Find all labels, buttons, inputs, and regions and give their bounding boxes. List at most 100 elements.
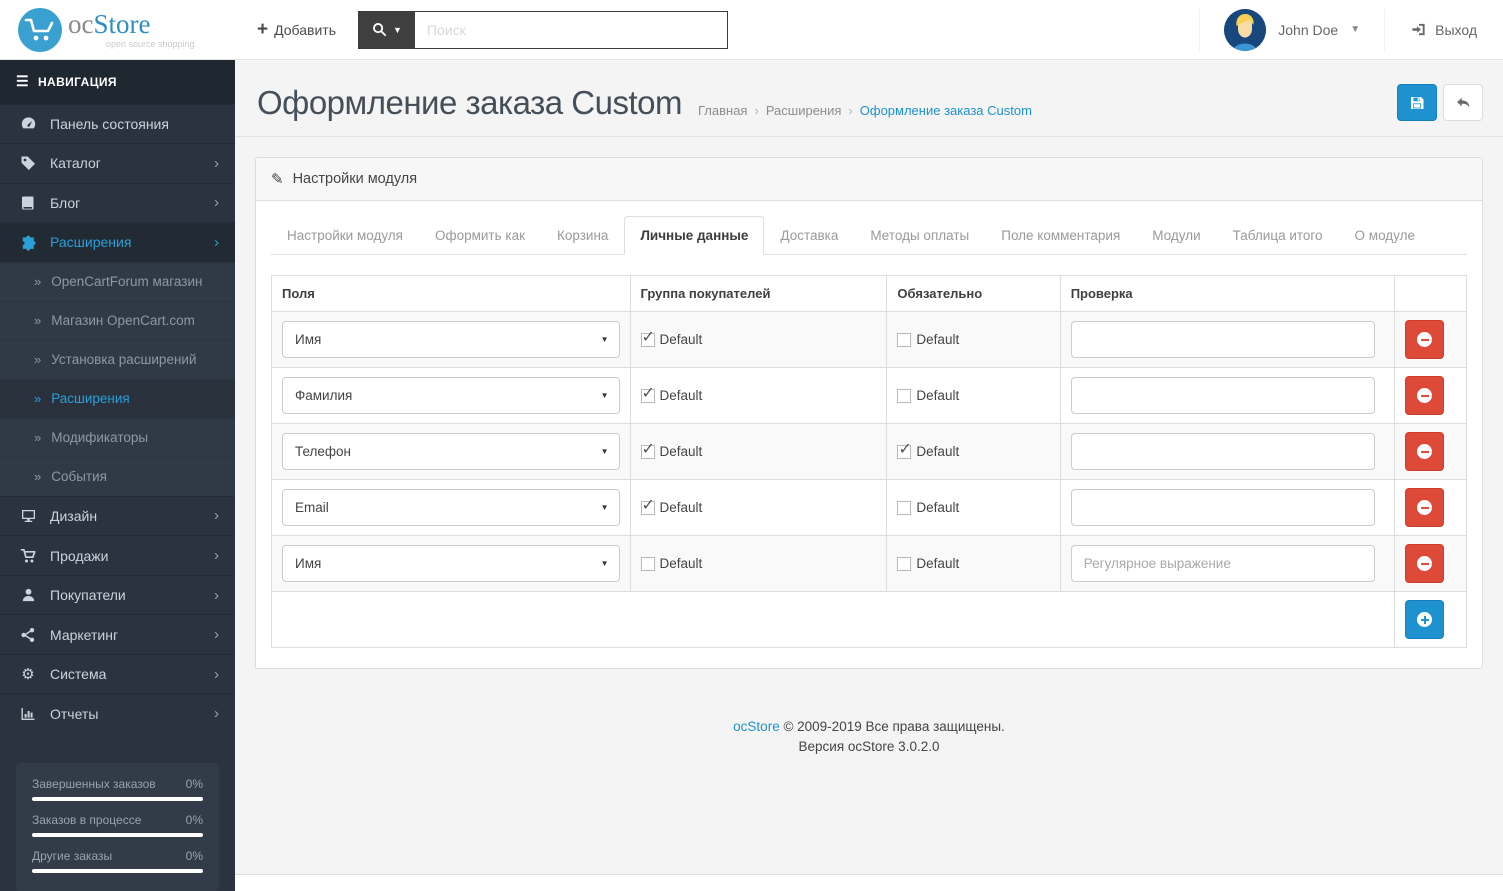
fields-table: Поля Группа покупателей Обязательно Пров… <box>270 275 1467 648</box>
breadcrumb: Главная › Расширения › Оформление заказа… <box>698 103 1032 118</box>
tab-personal-data[interactable]: Личные данные <box>624 216 765 255</box>
table-row: Имя▼ Default Default <box>271 311 1467 368</box>
sidebar-item-reports[interactable]: Отчеты › <box>0 693 235 733</box>
remove-row-button[interactable] <box>1405 544 1445 583</box>
sidebar-item-label: Покупатели <box>50 587 126 604</box>
search-button[interactable]: ▼ <box>358 11 415 48</box>
remove-row-button[interactable] <box>1405 432 1445 471</box>
cart-logo-icon <box>18 7 62 52</box>
sidebar-item-blog[interactable]: Блог › <box>0 182 235 223</box>
submenu-item-modifications[interactable]: » Модификаторы <box>0 417 235 457</box>
tab-module-settings[interactable]: Настройки модуля <box>271 216 419 255</box>
remove-row-button[interactable] <box>1405 376 1445 415</box>
submenu-item-opencart-store[interactable]: » Магазин OpenCart.com <box>0 300 235 340</box>
breadcrumb-current[interactable]: Оформление заказа Custom <box>860 103 1032 118</box>
submenu-item-label: События <box>51 469 107 485</box>
tab-cart[interactable]: Корзина <box>541 216 624 255</box>
col-header-customer-group: Группа покупателей <box>629 275 888 312</box>
double-chevron-icon: » <box>34 274 42 290</box>
chevron-right-icon: › <box>214 233 219 251</box>
plus-icon: + <box>257 19 269 40</box>
validation-input[interactable] <box>1070 489 1375 526</box>
footer-brand-link[interactable]: ocStore <box>733 719 780 734</box>
stat-value: 0% <box>185 848 203 863</box>
remove-row-button[interactable] <box>1405 320 1445 359</box>
topbar: ocStore open source shopping + Добавить … <box>0 0 1503 60</box>
tab-checkout-as[interactable]: Оформить как <box>419 216 541 255</box>
user-menu[interactable]: John Doe ▼ <box>1199 8 1384 51</box>
minus-circle-icon <box>1417 444 1433 459</box>
checkbox-label: Default <box>659 388 703 403</box>
checkbox-label: Default <box>916 500 960 515</box>
sidebar-item-label: Система <box>50 666 107 683</box>
submenu-item-events[interactable]: » События <box>0 456 235 496</box>
sidebar-item-customers[interactable]: Покупатели › <box>0 574 235 615</box>
add-row-button[interactable] <box>1405 600 1445 639</box>
double-chevron-icon: » <box>34 313 42 329</box>
logo[interactable]: ocStore open source shopping <box>0 0 235 59</box>
tab-modules[interactable]: Модули <box>1136 216 1216 255</box>
sidebar-item-design[interactable]: Дизайн › <box>0 495 235 536</box>
submenu-item-opencartforum[interactable]: » OpenCartForum магазин <box>0 261 235 301</box>
required-default-checkbox[interactable] <box>897 439 912 459</box>
tab-shipping[interactable]: Доставка <box>764 216 854 255</box>
field-select[interactable]: Телефон ▼ <box>282 433 620 470</box>
sidebar-item-dashboard[interactable]: Панель состояния <box>0 103 235 144</box>
user-name: John Doe <box>1278 21 1339 38</box>
required-default-checkbox[interactable] <box>897 556 912 571</box>
table-row: Телефон▼ Default Default <box>271 423 1467 480</box>
field-select[interactable]: Имя ▼ <box>282 321 620 358</box>
group-default-checkbox[interactable] <box>640 495 655 515</box>
add-button[interactable]: + Добавить <box>257 20 336 39</box>
topbar-main: + Добавить ▼ Поиск John Doe ▼ Выход <box>235 0 1503 59</box>
validation-input[interactable] <box>1070 545 1375 582</box>
monitor-icon <box>18 508 38 524</box>
breadcrumb-home[interactable]: Главная <box>698 103 747 118</box>
extensions-submenu: » OpenCartForum магазин » Магазин OpenCa… <box>0 261 235 496</box>
required-default-checkbox[interactable] <box>897 500 912 515</box>
logout-button[interactable]: Выход <box>1384 8 1503 51</box>
save-button[interactable] <box>1397 84 1437 121</box>
sidebar-item-system[interactable]: ⚙ Система › <box>0 653 235 694</box>
stat-other-orders: Другие заказы 0% <box>32 849 203 873</box>
group-default-checkbox[interactable] <box>640 383 655 403</box>
group-default-checkbox[interactable] <box>640 556 655 571</box>
tab-comment-field[interactable]: Поле комментария <box>985 216 1136 255</box>
submenu-item-installer[interactable]: » Установка расширений <box>0 339 235 379</box>
sidebar-item-marketing[interactable]: Маркетинг › <box>0 614 235 654</box>
sidebar-item-label: Продажи <box>50 547 109 564</box>
chevron-right-icon: › <box>214 665 219 683</box>
validation-input[interactable] <box>1070 321 1375 358</box>
user-icon <box>18 587 38 603</box>
sidebar-item-catalog[interactable]: Каталог › <box>0 143 235 183</box>
add-row <box>270 591 1467 648</box>
remove-row-button[interactable] <box>1405 488 1445 527</box>
validation-input[interactable] <box>1070 433 1375 470</box>
group-default-checkbox[interactable] <box>640 327 655 347</box>
chevron-right-icon: › <box>214 154 219 172</box>
validation-input[interactable] <box>1070 377 1375 414</box>
chevron-down-icon: ▼ <box>1350 24 1361 35</box>
required-default-checkbox[interactable] <box>897 332 912 347</box>
progress-bar <box>32 868 203 873</box>
back-arrow-icon <box>1457 97 1470 108</box>
select-caret-icon: ▼ <box>600 447 609 456</box>
checkbox-label: Default <box>916 332 960 347</box>
table-row: Имя▼ Default Default <box>271 535 1467 592</box>
submenu-item-extensions[interactable]: » Расширения <box>0 378 235 418</box>
field-select[interactable]: Имя ▼ <box>282 545 620 582</box>
breadcrumb-extensions[interactable]: Расширения <box>766 103 842 118</box>
tab-about[interactable]: О модуле <box>1339 216 1431 255</box>
required-default-checkbox[interactable] <box>897 388 912 403</box>
tab-payment-methods[interactable]: Методы оплаты <box>854 216 985 255</box>
field-select[interactable]: Фамилия ▼ <box>282 377 620 414</box>
tab-totals-table[interactable]: Таблица итого <box>1217 216 1339 255</box>
search-icon <box>373 23 387 37</box>
search-input[interactable] <box>414 11 727 48</box>
field-select[interactable]: Email ▼ <box>282 489 620 526</box>
submenu-item-label: OpenCartForum магазин <box>51 274 203 290</box>
back-button[interactable] <box>1443 84 1483 121</box>
sidebar-item-sales[interactable]: Продажи › <box>0 535 235 575</box>
group-default-checkbox[interactable] <box>640 439 655 459</box>
sidebar-item-extensions[interactable]: Расширения › <box>0 222 235 262</box>
